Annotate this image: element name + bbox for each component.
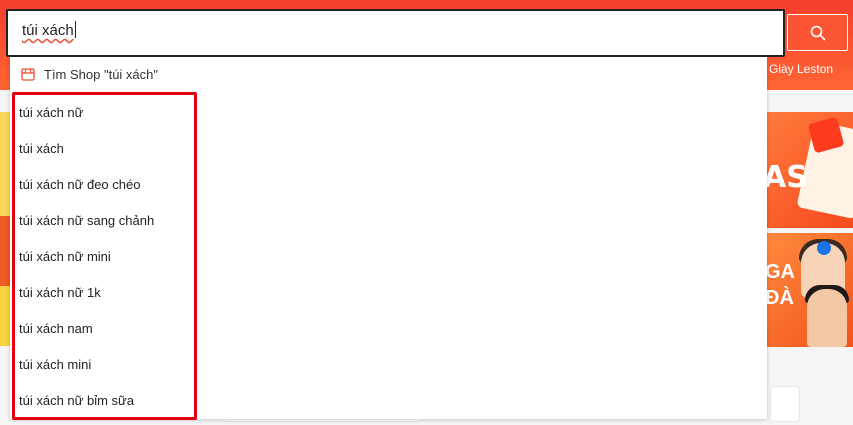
- banner-bottom-line1: GA: [767, 261, 795, 283]
- suggestion-label: túi xách nữ: [19, 104, 84, 120]
- search-suggestions-dropdown: Tìm Shop "túi xách" túi xách nữ túi xách…: [10, 57, 767, 419]
- bottom-card[interactable]: [770, 386, 800, 422]
- suggestion-item[interactable]: túi xách nữ mini: [10, 238, 767, 274]
- search-hint-link[interactable]: Giày Leston: [769, 62, 833, 76]
- suggestion-label: túi xách nam: [19, 320, 93, 336]
- suggestion-item[interactable]: túi xách: [10, 130, 767, 166]
- suggestion-label: túi xách nữ đeo chéo: [19, 176, 141, 192]
- search-box[interactable]: túi xách: [6, 9, 785, 57]
- search-input[interactable]: túi xách: [22, 21, 762, 47]
- suggestion-label: túi xách nữ 1k: [19, 284, 101, 300]
- shop-icon: [21, 67, 35, 81]
- suggestion-label: túi xách: [19, 140, 64, 156]
- search-button[interactable]: [787, 14, 848, 51]
- search-shop-label: Tìm Shop "túi xách": [44, 66, 158, 82]
- search-icon: [810, 25, 825, 40]
- suggestion-label: túi xách nữ mini: [19, 248, 111, 264]
- search-input-value: túi xách: [22, 22, 74, 39]
- suggestion-item[interactable]: túi xách nữ: [10, 94, 767, 130]
- promo-banner-top[interactable]: AS: [767, 112, 853, 228]
- suggestion-label: túi xách mini: [19, 356, 92, 372]
- brand-badge-icon: [817, 241, 831, 255]
- suggestion-item[interactable]: túi xách nữ 1k: [10, 274, 767, 310]
- suggestion-item[interactable]: túi xách nữ bỉm sữa: [10, 382, 767, 418]
- suggestion-item[interactable]: túi xách mini: [10, 346, 767, 382]
- model-face: [807, 289, 847, 347]
- promo-banner-bottom[interactable]: GA ĐÀ: [767, 233, 853, 347]
- search-shop-row[interactable]: Tìm Shop "túi xách": [10, 57, 767, 91]
- suggestion-label: túi xách nữ bỉm sữa: [19, 392, 134, 408]
- text-caret: [74, 21, 76, 38]
- suggestion-item[interactable]: túi xách nam: [10, 310, 767, 346]
- banner-bottom-line2: ĐÀ: [767, 287, 794, 309]
- suggestion-item[interactable]: túi xách nữ sang chảnh: [10, 202, 767, 238]
- banner-top-text: AS: [767, 160, 808, 195]
- suggestion-item[interactable]: túi xách nữ đeo chéo: [10, 166, 767, 202]
- suggestion-label: túi xách nữ sang chảnh: [19, 212, 155, 228]
- banner-bottom-text: GA ĐÀ: [767, 259, 795, 311]
